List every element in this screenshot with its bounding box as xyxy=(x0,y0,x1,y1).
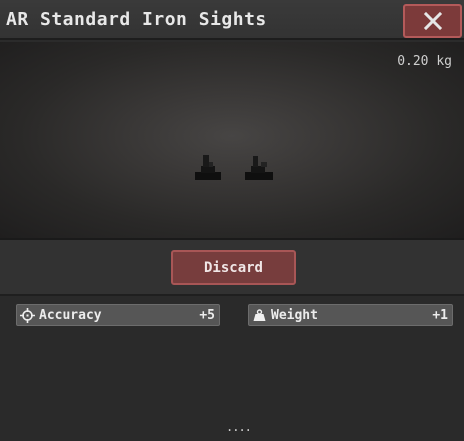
stat-value: +1 xyxy=(432,308,448,323)
stat-label: Weight xyxy=(271,308,318,323)
iron-sights-model xyxy=(195,155,273,180)
crosshair-icon xyxy=(20,308,35,323)
stat-label: Accuracy xyxy=(39,308,102,323)
more-indicator: .... xyxy=(226,420,252,434)
item-weight: 0.20 kg xyxy=(397,54,452,69)
stat-accuracy: Accuracy +5 xyxy=(16,304,220,326)
item-inspect-window: AR Standard Iron Sights 0.20 kg Discard xyxy=(0,0,464,441)
item-preview: 0.20 kg xyxy=(0,42,464,240)
close-button[interactable] xyxy=(403,4,462,38)
stat-weight: Weight +1 xyxy=(248,304,453,326)
stats-area: Accuracy +5 Weight +1 .... xyxy=(0,296,464,441)
title-bar: AR Standard Iron Sights xyxy=(0,0,464,40)
discard-button[interactable]: Discard xyxy=(171,250,296,285)
weight-icon xyxy=(253,309,266,321)
window-title: AR Standard Iron Sights xyxy=(6,9,267,30)
action-band: Discard xyxy=(0,240,464,296)
close-icon xyxy=(423,11,442,31)
stat-value: +5 xyxy=(199,308,215,323)
